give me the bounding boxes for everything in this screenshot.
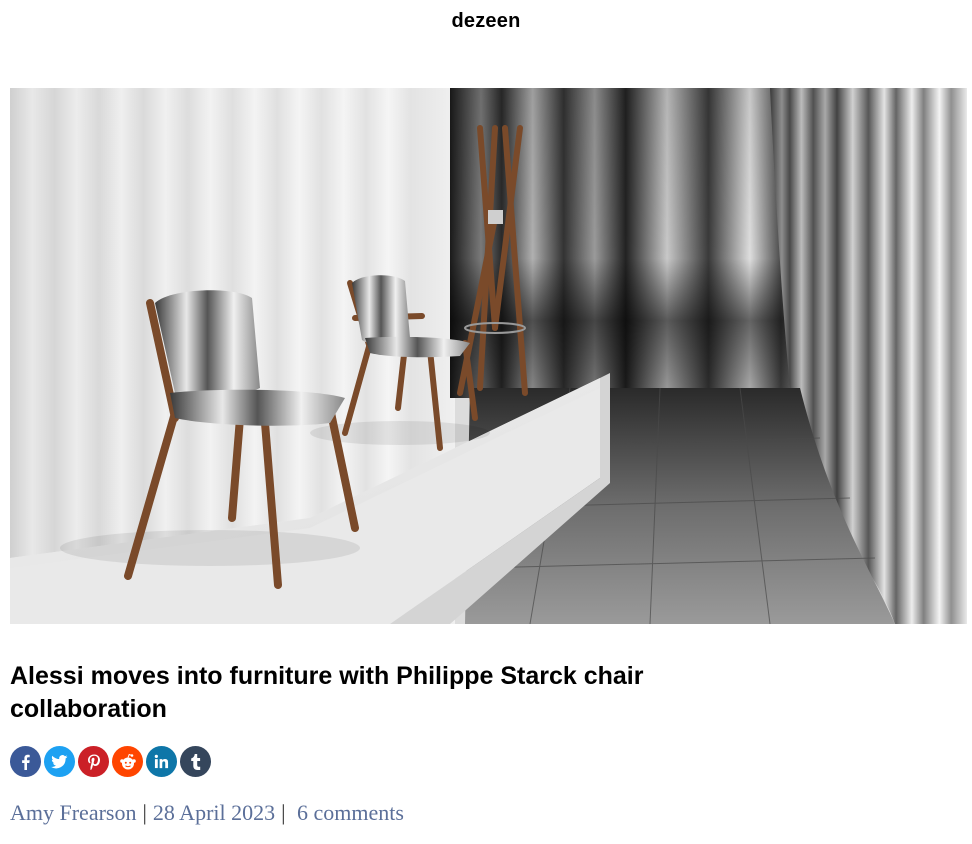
meta-separator: | [281,800,286,825]
tumblr-icon [190,753,200,770]
article-meta: Amy Frearson | 28 April 2023 | 6 comments [10,800,404,826]
facebook-icon [21,754,30,770]
hero-image [10,88,967,624]
pinterest-share-button[interactable] [78,746,109,777]
linkedin-icon [154,754,169,769]
site-logo[interactable]: dezeen [0,10,972,33]
article-title[interactable]: Alessi moves into furniture with Philipp… [10,660,690,726]
share-bar [10,746,211,777]
meta-separator: | [142,800,147,825]
reddit-share-button[interactable] [112,746,143,777]
twitter-icon [51,755,68,769]
date-link[interactable]: 28 April 2023 [153,800,275,825]
comments-link[interactable]: 6 comments [297,800,404,825]
twitter-share-button[interactable] [44,746,75,777]
facebook-share-button[interactable] [10,746,41,777]
linkedin-share-button[interactable] [146,746,177,777]
reddit-icon [119,753,136,769]
tumblr-share-button[interactable] [180,746,211,777]
pinterest-icon [87,754,100,770]
author-link[interactable]: Amy Frearson [10,800,136,825]
